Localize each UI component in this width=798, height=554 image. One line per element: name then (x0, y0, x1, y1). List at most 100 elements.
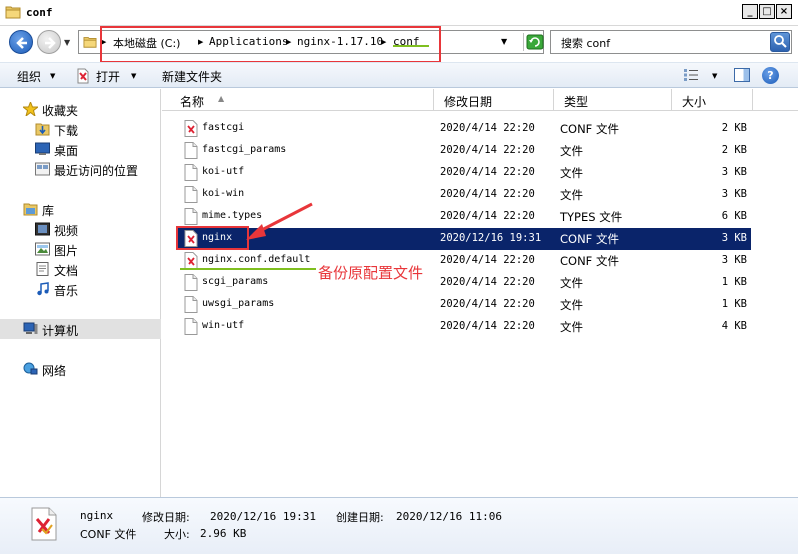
preview-pane-icon[interactable] (734, 68, 750, 82)
search-placeholder: 搜索 conf (561, 37, 611, 50)
file-name: koi-win (202, 188, 245, 199)
refresh-button[interactable] (523, 33, 544, 51)
search-input[interactable]: 搜索 conf (550, 30, 792, 54)
network-icon (23, 362, 38, 375)
address-dropdown-icon[interactable]: ▼ (501, 37, 507, 46)
open-dropdown-icon[interactable]: ▼ (131, 72, 136, 80)
file-type: CONF 文件 (560, 254, 619, 268)
sidebar-item-documents[interactable]: 文档 (0, 259, 161, 279)
address-highlight-box (100, 26, 441, 63)
file-name: koi-utf (202, 166, 245, 177)
blank-file-icon (184, 318, 198, 335)
refresh-icon (526, 34, 544, 50)
file-type: 文件 (560, 276, 583, 290)
file-row[interactable]: uwsgi_params 2020/4/14 22:20 文件 1 KB (176, 294, 751, 316)
blank-file-icon (184, 186, 198, 203)
folder-icon (83, 37, 97, 48)
column-header-type[interactable]: 类型 (554, 89, 672, 111)
file-modified: 2020/4/14 22:20 (440, 320, 535, 332)
file-modified: 2020/4/14 22:20 (440, 144, 535, 156)
detail-created-value: 2020/12/16 11:06 (396, 510, 502, 523)
forward-arrow-icon (45, 37, 56, 49)
back-button[interactable] (9, 30, 33, 54)
sidebar-item-recent[interactable]: 最近访问的位置 (0, 159, 161, 179)
sidebar-item-downloads[interactable]: 下载 (0, 119, 161, 139)
documents-icon (36, 262, 49, 276)
sidebar-item-libraries[interactable]: 库 (0, 199, 161, 219)
maximize-button[interactable]: □ (759, 4, 775, 19)
conf-file-icon (184, 120, 198, 137)
music-icon (37, 282, 49, 296)
close-button[interactable]: × (776, 4, 792, 19)
forward-button[interactable] (37, 30, 61, 54)
view-dropdown-icon[interactable]: ▼ (712, 72, 717, 80)
libraries-icon (23, 203, 38, 216)
new-folder-button[interactable]: 新建文件夹 (162, 68, 222, 85)
file-name: uwsgi_params (202, 298, 275, 309)
file-name: fastcgi (202, 122, 245, 133)
sidebar-item-network[interactable]: 网络 (0, 359, 161, 379)
sidebar-item-computer[interactable]: 计算机 (0, 319, 161, 339)
file-row[interactable]: win-utf 2020/4/14 22:20 文件 4 KB (176, 316, 751, 338)
file-size: 4 KB (721, 320, 747, 332)
sidebar-item-desktop[interactable]: 桌面 (0, 139, 161, 159)
column-header-size[interactable]: 大小 (672, 89, 753, 111)
file-size: 3 KB (721, 188, 747, 200)
column-modified-label: 修改日期 (444, 95, 493, 109)
history-dropdown-icon[interactable]: ▼ (64, 38, 70, 47)
detail-created-label: 创建日期: (336, 511, 384, 524)
sidebar-item-music[interactable]: 音乐 (0, 279, 161, 299)
file-type: CONF 文件 (560, 232, 619, 246)
file-modified: 2020/12/16 19:31 (440, 232, 542, 244)
file-modified: 2020/4/14 22:20 (440, 254, 535, 266)
file-modified: 2020/4/14 22:20 (440, 210, 535, 222)
computer-icon (23, 322, 38, 334)
file-size: 1 KB (721, 298, 747, 310)
file-modified: 2020/4/14 22:20 (440, 298, 535, 310)
file-row[interactable]: fastcgi_params 2020/4/14 22:20 文件 2 KB (176, 140, 751, 162)
file-modified: 2020/4/14 22:20 (440, 122, 535, 134)
file-size: 1 KB (721, 276, 747, 288)
desktop-icon (35, 142, 50, 155)
sort-ascending-icon: ▲ (218, 94, 225, 103)
file-row[interactable]: fastcgi 2020/4/14 22:20 CONF 文件 2 KB (176, 118, 751, 140)
file-modified: 2020/4/14 22:20 (440, 166, 535, 178)
help-icon[interactable]: ? (762, 67, 779, 84)
file-row[interactable]: scgi_params 2020/4/14 22:20 文件 1 KB (176, 272, 751, 294)
column-size-label: 大小 (682, 95, 707, 109)
file-type: 文件 (560, 166, 583, 180)
star-icon (23, 102, 38, 116)
detail-size-value: 2.96 KB (200, 527, 247, 540)
column-header-name[interactable]: 名称 ▲ (170, 89, 434, 111)
navigation-pane: 收藏夹 下载 桌面 最近访问的位置 库 视频 图片 文档 音乐 计算机 网络 (0, 89, 161, 497)
conf-file-large-icon (31, 507, 57, 541)
detail-size-label: 大小: (164, 528, 190, 541)
view-options-icon[interactable] (684, 69, 698, 81)
file-size: 2 KB (721, 144, 747, 156)
window-title: conf (26, 6, 53, 19)
file-row[interactable]: koi-utf 2020/4/14 22:20 文件 3 KB (176, 162, 751, 184)
detail-modified-label: 修改日期: (142, 511, 190, 524)
sidebar-item-videos[interactable]: 视频 (0, 219, 161, 239)
video-icon (35, 222, 50, 236)
column-header-modified[interactable]: 修改日期 (434, 89, 554, 111)
conf-file-icon (184, 252, 198, 269)
search-button[interactable] (770, 32, 790, 52)
file-type: 文件 (560, 298, 583, 312)
sidebar-item-pictures[interactable]: 图片 (0, 239, 161, 259)
open-button[interactable]: 打开 (96, 68, 120, 85)
column-name-label: 名称 (180, 95, 205, 109)
file-type: TYPES 文件 (560, 210, 623, 224)
back-arrow-icon (16, 37, 27, 49)
file-modified: 2020/4/14 22:20 (440, 276, 535, 288)
blank-file-icon (184, 208, 198, 225)
organize-button[interactable]: 组织 (17, 68, 41, 85)
title-bar: conf _ □ × (0, 0, 798, 26)
minimize-button[interactable]: _ (742, 4, 758, 19)
detail-modified-value: 2020/12/16 19:31 (210, 510, 316, 523)
sidebar-item-favorites[interactable]: 收藏夹 (0, 99, 161, 119)
file-size: 3 KB (721, 232, 747, 244)
organize-dropdown-icon[interactable]: ▼ (50, 72, 55, 80)
nginx-highlight-box (176, 226, 249, 250)
sidebar-label: 视频 (54, 224, 79, 238)
